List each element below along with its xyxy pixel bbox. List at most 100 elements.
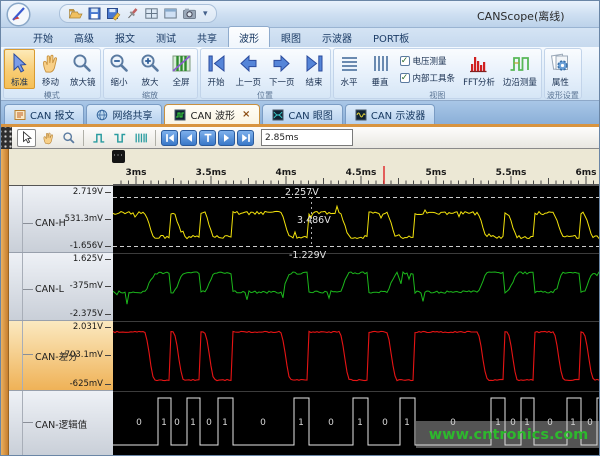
ribbon-button-label: 水平 bbox=[341, 76, 358, 88]
window-title: CANScope(离线) bbox=[477, 8, 565, 24]
doc-tab-label: CAN 示波器 bbox=[371, 107, 425, 122]
channel-name: CAN-H bbox=[35, 218, 66, 229]
ribbon-tab-8[interactable]: PORT板 bbox=[363, 27, 419, 47]
ribbon-tab-0[interactable]: 开始 bbox=[23, 27, 63, 47]
can-diff-trace bbox=[113, 331, 600, 380]
channel-row-2[interactable]: CAN-差分2.031V703.1mV-625mV bbox=[9, 321, 113, 391]
ribbon-button-FFT分析[interactable]: FFT分析 bbox=[459, 49, 499, 89]
toolbar-separator bbox=[83, 130, 84, 146]
snapshot-icon[interactable] bbox=[182, 6, 197, 21]
ribbon-tab-7[interactable]: 示波器 bbox=[312, 27, 362, 47]
toolbar-separator bbox=[155, 130, 156, 146]
ruler-label: 5.5ms bbox=[496, 168, 527, 178]
ribbon-button-结束[interactable]: 结束 bbox=[299, 49, 330, 89]
waveform-panel[interactable]: 01010101010101010102.257V3.486V-1.229V bbox=[113, 186, 600, 456]
go-last-icon bbox=[303, 52, 326, 75]
ribbon-button-label: 全屏 bbox=[173, 76, 190, 88]
scale-top: 1.625V bbox=[73, 254, 111, 264]
doc-tab-3[interactable]: CAN 眼图 bbox=[262, 104, 342, 124]
channel-row-0[interactable]: CAN-H2.719V531.3mV-1.656V bbox=[9, 186, 113, 253]
ribbon-group-视图: 水平垂直电压测量内部工具条FFT分析边沿测量视图 bbox=[333, 48, 542, 99]
ribbon-button-开始[interactable]: 开始 bbox=[201, 49, 232, 89]
ribbon-button-下一页[interactable]: 下一页 bbox=[265, 49, 299, 89]
bit-grid-button[interactable] bbox=[131, 129, 150, 147]
toolbar-grip[interactable] bbox=[1, 127, 12, 149]
scale-mid: -375mV bbox=[70, 281, 111, 291]
scale-top: 2.031V bbox=[73, 322, 111, 332]
zoom-tool-button[interactable] bbox=[59, 129, 78, 147]
ribbon-button-放大镜[interactable]: 放大镜 bbox=[66, 49, 100, 89]
ribbon-group-位置: 开始上一页下一页结束位置 bbox=[200, 48, 331, 99]
edge-measure-icon bbox=[508, 52, 531, 75]
scale-bottom: -625mV bbox=[70, 379, 111, 389]
ribbon-tab-1[interactable]: 高级 bbox=[64, 27, 104, 47]
nav-trigger-button[interactable] bbox=[199, 130, 216, 146]
logic-bit-value: 0 bbox=[382, 418, 388, 428]
doc-tab-0[interactable]: CAN 报文 bbox=[4, 104, 84, 124]
doc-tab-2[interactable]: CAN 波形× bbox=[164, 104, 260, 124]
ribbon-button-缩小[interactable]: 缩小 bbox=[104, 49, 135, 89]
checkbox-内部工具条[interactable]: 内部工具条 bbox=[400, 72, 456, 84]
checkbox-电压测量[interactable]: 电压测量 bbox=[400, 55, 456, 67]
title-bar: ▾ CANScope(离线) bbox=[1, 1, 600, 28]
nav-prev-button[interactable] bbox=[180, 130, 197, 146]
open-file-icon[interactable] bbox=[68, 6, 83, 21]
time-ruler[interactable]: 3ms3.5ms4ms4.5ms5ms5.5ms6ms bbox=[1, 164, 600, 186]
ribbon-button-标准[interactable]: 标准 bbox=[4, 49, 35, 89]
select-cursor-button[interactable] bbox=[17, 129, 36, 147]
qat-more-icon[interactable]: ▾ bbox=[203, 9, 208, 19]
channel-name: CAN-L bbox=[35, 284, 64, 295]
ribbon-button-上一页[interactable]: 上一页 bbox=[232, 49, 266, 89]
ribbon-button-垂直[interactable]: 垂直 bbox=[365, 49, 396, 89]
save-icon[interactable] bbox=[87, 6, 102, 21]
doc-tab-4[interactable]: CAN 示波器 bbox=[345, 104, 435, 124]
left-accent-strip bbox=[1, 149, 9, 456]
waveform-toolbar bbox=[1, 127, 600, 149]
overview-cursor-marker[interactable]: ··· bbox=[112, 150, 125, 163]
rising-edge-button[interactable] bbox=[89, 129, 108, 147]
channel-row-1[interactable]: CAN-L1.625V-375mV-2.375V bbox=[9, 253, 113, 321]
checkbox-icon[interactable] bbox=[400, 73, 410, 83]
ruler-label: 3.5ms bbox=[196, 168, 227, 178]
ribbon-tab-3[interactable]: 测试 bbox=[146, 27, 186, 47]
ribbon-button-移动[interactable]: 移动 bbox=[35, 49, 66, 89]
doc-tab-label: CAN 报文 bbox=[30, 107, 74, 122]
ribbon-button-水平[interactable]: 水平 bbox=[334, 49, 365, 89]
app-logo-icon[interactable] bbox=[6, 2, 31, 27]
logic-bit-value: 0 bbox=[587, 418, 593, 428]
scale-mid: 703.1mV bbox=[65, 350, 111, 360]
cursor-icon bbox=[8, 52, 31, 75]
ribbon-button-边沿测量[interactable]: 边沿测量 bbox=[499, 49, 541, 89]
pan-hand-button[interactable] bbox=[38, 129, 57, 147]
nav-next-button[interactable] bbox=[218, 130, 235, 146]
ribbon-button-全屏[interactable]: 全屏 bbox=[166, 49, 197, 89]
fft-icon bbox=[467, 52, 490, 75]
overview-strip[interactable] bbox=[1, 149, 600, 164]
doc-tab-1[interactable]: 网络共享 bbox=[86, 104, 162, 124]
time-position-input[interactable] bbox=[261, 129, 353, 146]
ribbon-button-放大[interactable]: 放大 bbox=[135, 49, 166, 89]
logic-bit-value: 1 bbox=[357, 418, 363, 428]
logic-bit-value: 0 bbox=[328, 418, 334, 428]
pin-icon[interactable] bbox=[125, 6, 140, 21]
ribbon-tab-2[interactable]: 报文 bbox=[105, 27, 145, 47]
falling-edge-button[interactable] bbox=[110, 129, 129, 147]
ribbon-tab-6[interactable]: 眼图 bbox=[271, 27, 311, 47]
ribbon-tab-4[interactable]: 共享 bbox=[187, 27, 227, 47]
logic-bit-value: 0 bbox=[136, 418, 142, 428]
page-next-icon bbox=[270, 52, 293, 75]
checkbox-icon[interactable] bbox=[400, 56, 410, 66]
ribbon-button-label: FFT分析 bbox=[463, 76, 495, 88]
nav-first-button[interactable] bbox=[161, 130, 178, 146]
ruler-label: 4.5ms bbox=[346, 168, 377, 178]
close-icon[interactable]: × bbox=[242, 109, 250, 120]
ribbon-button-属性[interactable]: 属性 bbox=[545, 49, 576, 89]
channel-row-3[interactable]: CAN-逻辑值 bbox=[9, 391, 113, 456]
nav-last-button[interactable] bbox=[237, 130, 254, 146]
fullscreen-icon bbox=[170, 52, 193, 75]
layout-icon[interactable] bbox=[144, 6, 159, 21]
window-icon[interactable] bbox=[163, 6, 178, 21]
save-as-icon[interactable] bbox=[106, 6, 121, 21]
ribbon-tab-5[interactable]: 波形 bbox=[228, 26, 270, 47]
lower-measure-value: -1.229V bbox=[289, 250, 327, 261]
